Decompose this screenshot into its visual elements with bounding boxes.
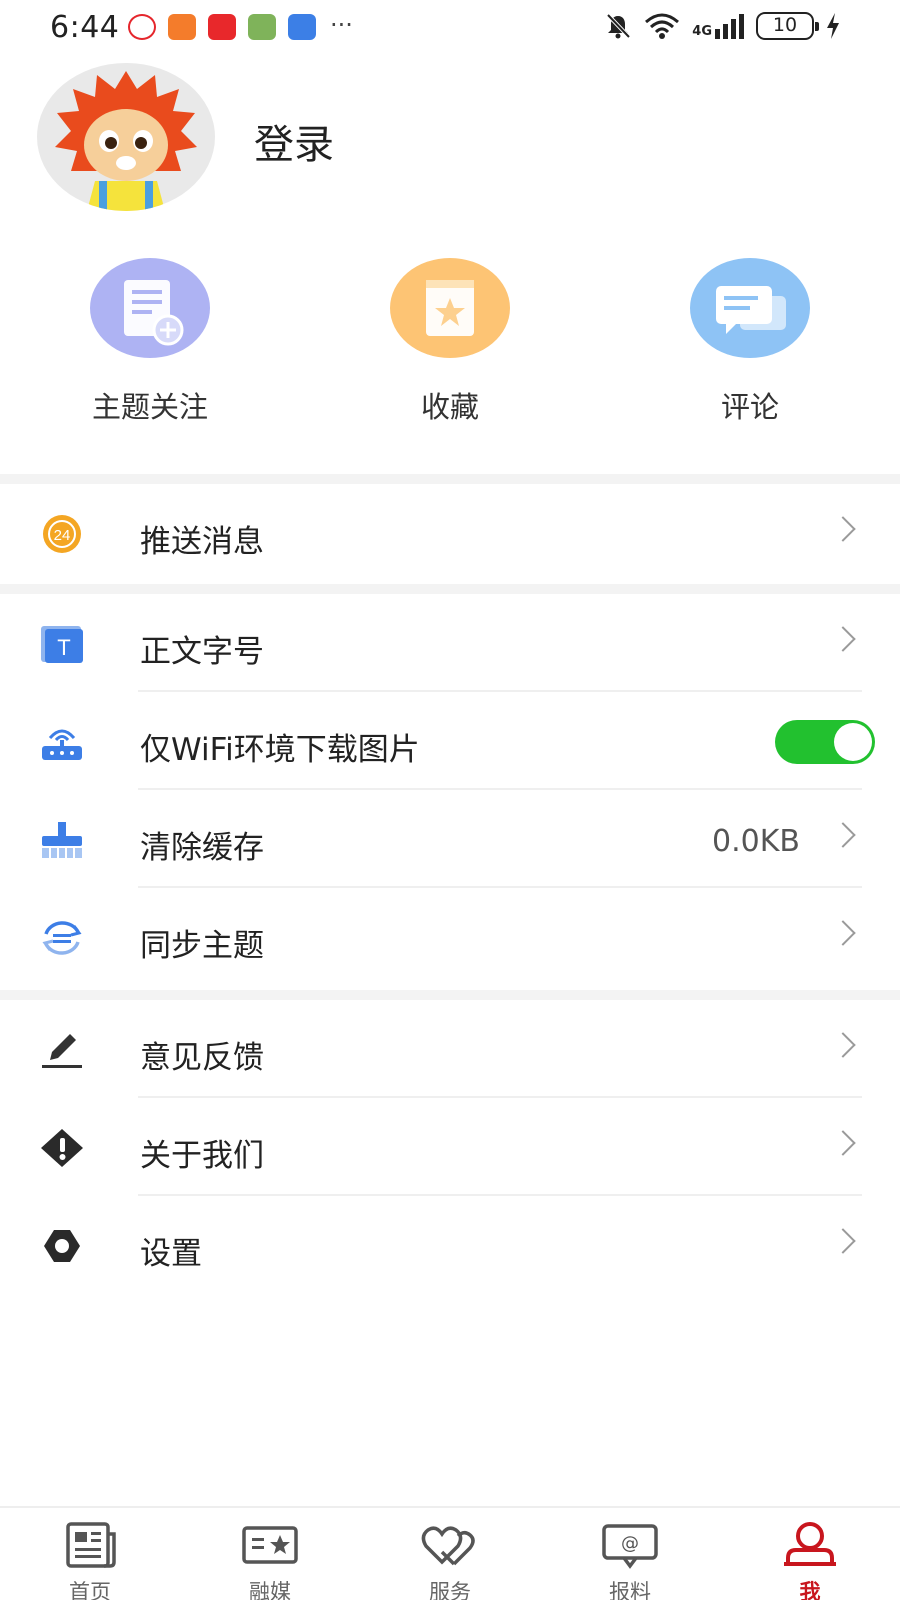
cellular-signal: 4G	[692, 13, 744, 39]
news-notification-icon	[288, 14, 316, 40]
menu-item-label: 正文字号	[140, 634, 264, 670]
menu-item-label: 意见反馈	[140, 1040, 264, 1076]
mascot-avatar-icon	[55, 71, 197, 211]
login-link[interactable]: 登录	[254, 112, 334, 170]
media-star-icon	[242, 1526, 298, 1564]
router-icon	[42, 729, 82, 760]
status-time: 6:44	[50, 10, 120, 45]
game-notification-icon	[248, 14, 276, 40]
nav-item-services[interactable]: 服务	[380, 1508, 520, 1600]
chevron-right-icon	[830, 920, 856, 946]
chevron-right-icon	[830, 626, 856, 652]
nav-label: 融媒	[249, 1580, 291, 1600]
menu-item-label: 设置	[140, 1236, 202, 1272]
user-icon	[784, 1522, 836, 1566]
battery-indicator: 10	[756, 12, 819, 40]
nav-label: 服务	[429, 1580, 471, 1600]
cache-size-value: 0.0KB	[712, 824, 800, 859]
toggle-knob	[834, 723, 872, 761]
weibo-notification-icon	[128, 14, 156, 40]
bottom-nav: 首页 融媒 服务 @ 报料 我	[0, 1506, 900, 1600]
comments-icon	[690, 258, 810, 358]
svg-text:24: 24	[54, 527, 71, 544]
row-divider	[138, 1194, 862, 1196]
menu-item-label: 仅WiFi环境下载图片	[140, 732, 420, 768]
menu-item-push[interactable]: 24 推送消息	[0, 486, 900, 582]
section-separator	[0, 584, 900, 594]
gear-icon	[44, 1230, 80, 1262]
notification-icons: ···	[128, 11, 353, 40]
menu-item-label: 清除缓存	[140, 830, 264, 866]
menu-item-label: 推送消息	[140, 524, 264, 560]
menu-item-wifi-images[interactable]: 仅WiFi环境下载图片	[0, 694, 900, 790]
status-right: 4G 10	[604, 12, 840, 40]
nav-item-home[interactable]: 首页	[20, 1508, 160, 1600]
row-divider	[138, 1096, 862, 1098]
menu-item-about[interactable]: 关于我们	[0, 1100, 900, 1196]
mute-bell-icon	[606, 13, 631, 39]
hearts-icon	[421, 1526, 475, 1566]
push-24-icon: 24	[43, 515, 81, 553]
quick-action-favorites[interactable]: 收藏	[350, 258, 550, 426]
nav-item-me[interactable]: 我	[740, 1508, 880, 1600]
svg-text:@: @	[621, 1533, 639, 1554]
row-divider	[138, 690, 862, 692]
info-diamond-icon	[41, 1129, 83, 1167]
nav-item-report[interactable]: @ 报料	[560, 1508, 700, 1600]
sync-icon	[42, 921, 82, 955]
menu-item-settings[interactable]: 设置	[0, 1198, 900, 1294]
chevron-right-icon	[830, 1032, 856, 1058]
chevron-right-icon	[830, 1130, 856, 1156]
menu-item-label: 同步主题	[140, 928, 264, 964]
network-type: 4G	[692, 23, 712, 39]
broom-icon	[42, 822, 82, 858]
menu-item-sync-topics[interactable]: 同步主题	[0, 890, 900, 986]
wifi-images-toggle[interactable]	[775, 720, 875, 764]
chevron-right-icon	[830, 516, 856, 542]
chevron-right-icon	[830, 822, 856, 848]
menu-item-label: 关于我们	[140, 1138, 264, 1174]
menu-item-clear-cache[interactable]: 清除缓存 0.0KB	[0, 792, 900, 888]
newspaper-icon	[66, 1522, 116, 1568]
favorites-icon	[390, 258, 510, 358]
wifi-icon	[645, 13, 680, 39]
row-divider	[138, 886, 862, 888]
nav-label: 我	[799, 1580, 821, 1600]
pencil-icon	[42, 1034, 82, 1068]
more-notifications-icon: ···	[330, 11, 353, 39]
nav-label: 报料	[609, 1580, 651, 1600]
quick-action-comments[interactable]: 评论	[650, 258, 850, 426]
subscribe-topic-icon	[90, 258, 210, 358]
menu-item-font-size[interactable]: T 正文字号	[0, 596, 900, 692]
section-separator	[0, 474, 900, 484]
video-notification-icon	[208, 14, 236, 40]
svg-text:T: T	[57, 635, 70, 660]
nav-item-media[interactable]: 融媒	[200, 1508, 340, 1600]
avatar[interactable]	[37, 63, 215, 211]
status-bar: 6:44 ··· 4G 10	[0, 0, 900, 56]
quick-action-subscribe[interactable]: 主题关注	[50, 258, 250, 426]
row-divider	[138, 788, 862, 790]
quick-action-label: 主题关注	[91, 390, 208, 424]
menu-item-feedback[interactable]: 意见反馈	[0, 1002, 900, 1098]
at-message-icon: @	[602, 1524, 658, 1569]
quick-action-label: 收藏	[420, 390, 479, 424]
quick-action-label: 评论	[720, 390, 779, 424]
charging-icon	[827, 13, 839, 39]
text-size-icon: T	[41, 626, 83, 663]
nav-label: 首页	[69, 1580, 111, 1600]
app-notification-icon	[168, 14, 196, 40]
chevron-right-icon	[830, 1228, 856, 1254]
section-separator	[0, 990, 900, 1000]
